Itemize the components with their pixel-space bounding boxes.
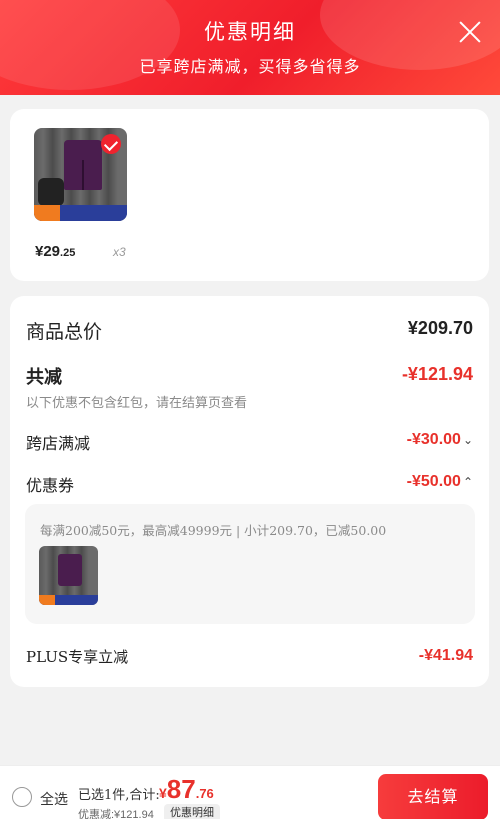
plus-discount-label: PLUS专享立减 (26, 648, 129, 666)
discount-summary-card: 商品总价 ¥209.70 共减 -¥121.94 以下优惠不包含红包，请在结算页… (10, 296, 489, 687)
discount-detail-button[interactable]: 优惠明细 (164, 804, 220, 819)
select-all-label[interactable]: 全选 (40, 789, 68, 809)
cross-store-toggle[interactable]: -¥30.00 ⌄ (407, 431, 473, 449)
product-image[interactable] (34, 128, 127, 221)
product-image-bag (38, 178, 64, 206)
chevron-up-icon[interactable]: ⌃ (463, 475, 473, 489)
total-price-label: 商品总价 (26, 321, 103, 343)
product-price-dec: .25 (60, 247, 76, 259)
product-image-banner (34, 205, 127, 221)
coupon-value: -¥50.00 (406, 473, 461, 490)
grand-total-currency: ¥ (159, 785, 167, 801)
product-quantity: x3 (113, 245, 126, 259)
product-price: ¥29.25 (35, 243, 75, 260)
checkout-button[interactable]: 去结算 (378, 774, 488, 819)
total-price-value: ¥209.70 (407, 318, 473, 338)
red-packet-note: 以下优惠不包含红包，请在结算页查看 (26, 396, 248, 411)
coupon-description: 每满200减50元，最高减49999元 | 小计209.70，已减50.00 (40, 523, 387, 538)
bottom-bar: 全选 已选1件,合计: ¥87.76 优惠减:¥121.94 优惠明细 去结算 (0, 765, 500, 819)
cross-store-value: -¥30.00 (406, 431, 461, 448)
selected-check-icon[interactable] (101, 134, 121, 154)
chevron-down-icon[interactable]: ⌄ (463, 433, 473, 447)
total-reduction-label: 共减 (26, 367, 62, 388)
select-all-radio[interactable] (12, 787, 32, 807)
grand-total-int: 87 (166, 774, 196, 804)
selected-count-text: 已选1件,合计: (78, 788, 160, 803)
total-reduction-value: -¥121.94 (401, 364, 473, 384)
coupon-toggle[interactable]: -¥50.00 ⌃ (407, 473, 473, 491)
product-image-shorts (58, 554, 82, 586)
product-image-shorts (64, 140, 102, 190)
coupon-label: 优惠券 (26, 476, 75, 495)
discount-amount-text: 优惠减:¥121.94 (78, 809, 154, 819)
grand-total: ¥87.76 (159, 774, 214, 805)
plus-discount-value: -¥41.94 (418, 647, 473, 664)
cross-store-label: 跨店满减 (26, 434, 91, 453)
product-image-banner (39, 595, 98, 605)
product-card: ¥29.25 x3 (10, 109, 489, 281)
header: 优惠明细 已享跨店满减，买得多省得多 (0, 0, 500, 95)
grand-total-dec: .76 (195, 786, 214, 801)
page-title: 优惠明细 (204, 20, 296, 44)
coupon-detail-box: 每满200减50元，最高减49999元 | 小计209.70，已减50.00 (25, 504, 475, 624)
product-price-int: ¥29 (35, 243, 61, 260)
close-icon[interactable] (458, 20, 482, 44)
page-subtitle: 已享跨店满减，买得多省得多 (139, 57, 361, 76)
coupon-product-image[interactable] (39, 546, 98, 605)
